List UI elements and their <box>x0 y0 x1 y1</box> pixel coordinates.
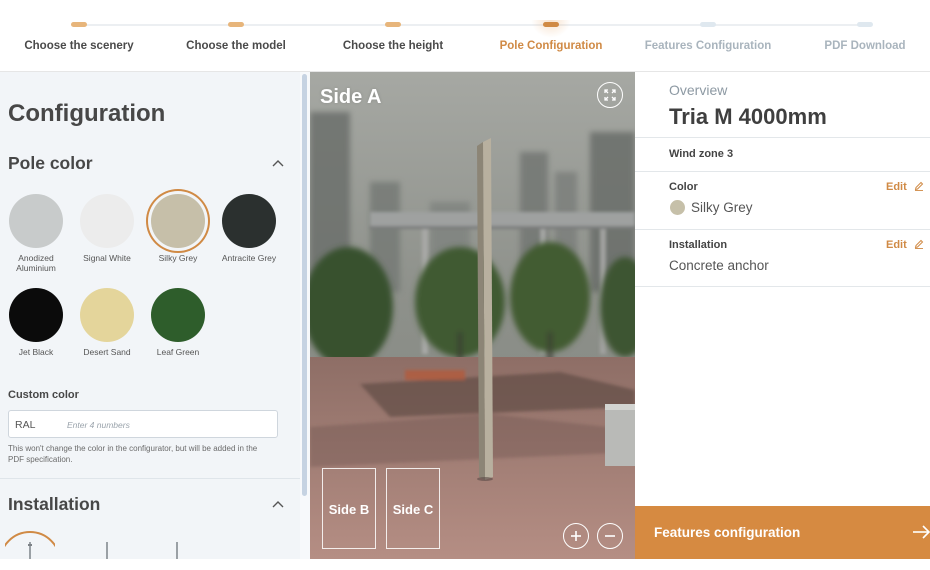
features-configuration-button[interactable]: Features configuration <box>635 506 930 559</box>
step-label: PDF Download <box>824 40 906 52</box>
divider <box>635 171 930 172</box>
color-circle <box>222 194 276 248</box>
swatch-label: Antracite Grey <box>221 253 277 263</box>
3d-viewer[interactable]: Side A Side B Side C <box>310 72 635 559</box>
minus-icon <box>604 534 615 537</box>
swatch-label: Leaf Green <box>156 347 200 357</box>
cta-label: Features configuration <box>654 525 801 540</box>
step-label: Choose the height <box>342 40 444 52</box>
step-pdf-download[interactable]: PDF Download <box>775 0 930 72</box>
color-circle <box>151 288 205 342</box>
step-features-configuration[interactable]: Features Configuration <box>618 0 798 72</box>
wind-zone: Wind zone 3 <box>669 148 734 160</box>
swatch-signal-white[interactable]: Signal White <box>71 194 143 263</box>
divider <box>635 137 930 138</box>
overview-panel: Overview Tria M 4000mm Wind zone 3 Color… <box>635 72 930 559</box>
app-root: Choose the scenery Choose the model Choo… <box>0 0 930 570</box>
step-label: Choose the model <box>186 40 286 52</box>
arrow-right-icon <box>913 525 930 539</box>
custom-color-label: Custom color <box>8 389 79 401</box>
step-indicator <box>71 22 87 27</box>
edit-label: Edit <box>886 181 907 193</box>
edit-color-button[interactable]: Edit <box>886 181 924 193</box>
step-indicator <box>228 22 244 27</box>
edit-installation-button[interactable]: Edit <box>886 239 924 251</box>
pencil-icon <box>914 239 924 249</box>
fullscreen-button[interactable] <box>597 82 623 108</box>
pencil-icon <box>914 181 924 191</box>
custom-color-note: This won't change the color in the confi… <box>8 444 258 464</box>
step-choose-scenery[interactable]: Choose the scenery <box>0 0 169 72</box>
chevron-up-icon[interactable] <box>272 500 284 508</box>
swatch-antracite-grey[interactable]: Antracite Grey <box>213 194 285 263</box>
bottom-strip <box>0 559 930 570</box>
step-choose-height[interactable]: Choose the height <box>303 0 483 72</box>
installation-row-label: Installation <box>669 239 728 251</box>
step-label: Pole Configuration <box>499 40 603 52</box>
scrollbar-thumb[interactable] <box>302 74 307 496</box>
installation-option[interactable] <box>82 530 132 559</box>
ral-field[interactable]: RAL <box>8 410 278 438</box>
color-value: Silky Grey <box>691 200 753 215</box>
installation-option[interactable] <box>152 530 202 559</box>
ral-input[interactable] <box>67 415 272 434</box>
swatch-leaf-green[interactable]: Leaf Green <box>142 288 214 357</box>
divider <box>635 229 930 230</box>
color-circle <box>9 194 63 248</box>
swatch-jet-black[interactable]: Jet Black <box>0 288 72 357</box>
swatch-silky-grey[interactable]: Silky Grey <box>142 194 214 263</box>
overview-label: Overview <box>669 82 728 98</box>
step-label: Choose the scenery <box>24 40 134 52</box>
swatch-label: Anodized Aluminium <box>16 253 56 273</box>
step-label: Features Configuration <box>644 40 772 52</box>
swatch-label: Desert Sand <box>83 347 131 357</box>
ral-prefix: RAL <box>15 419 36 431</box>
section-divider <box>0 478 300 479</box>
stepper: Choose the scenery Choose the model Choo… <box>0 0 930 72</box>
plus-icon <box>570 530 581 541</box>
chevron-up-icon[interactable] <box>272 159 284 167</box>
step-pole-configuration[interactable]: Pole Configuration <box>461 0 641 72</box>
side-c-button[interactable]: Side C <box>386 468 440 549</box>
panel-title: Configuration <box>8 100 166 127</box>
side-c-label: Side C <box>392 502 434 517</box>
product-title: Tria M 4000mm <box>669 104 827 129</box>
side-b-label: Side B <box>328 502 370 517</box>
installation-heading: Installation <box>8 494 101 514</box>
step-indicator <box>700 22 716 27</box>
divider <box>635 286 930 287</box>
installation-value: Concrete anchor <box>669 258 769 273</box>
side-b-button[interactable]: Side B <box>322 468 376 549</box>
color-row-label: Color <box>669 181 698 193</box>
color-circle <box>9 288 63 342</box>
installation-option-selected[interactable] <box>5 530 55 559</box>
fullscreen-icon <box>603 88 616 101</box>
edit-label: Edit <box>886 239 907 251</box>
configuration-panel: Configuration Pole color Anodized Alumin… <box>0 72 310 559</box>
zoom-in-button[interactable] <box>563 523 589 549</box>
step-indicator <box>385 22 401 27</box>
step-indicator <box>543 22 559 27</box>
swatch-anodized-aluminium[interactable]: Anodized Aluminium <box>0 194 72 273</box>
color-circle <box>80 288 134 342</box>
swatch-label: Silky Grey <box>158 253 198 263</box>
pole-color-heading: Pole color <box>8 153 93 173</box>
color-circle <box>80 194 134 248</box>
swatch-label: Jet Black <box>18 347 54 357</box>
swatch-desert-sand[interactable]: Desert Sand <box>71 288 143 357</box>
zoom-out-button[interactable] <box>597 523 623 549</box>
step-choose-model[interactable]: Choose the model <box>146 0 326 72</box>
current-side-label: Side A <box>320 86 382 108</box>
color-value-swatch <box>670 200 685 215</box>
swatch-label: Signal White <box>83 253 131 263</box>
color-circle <box>151 194 205 248</box>
step-indicator <box>857 22 873 27</box>
